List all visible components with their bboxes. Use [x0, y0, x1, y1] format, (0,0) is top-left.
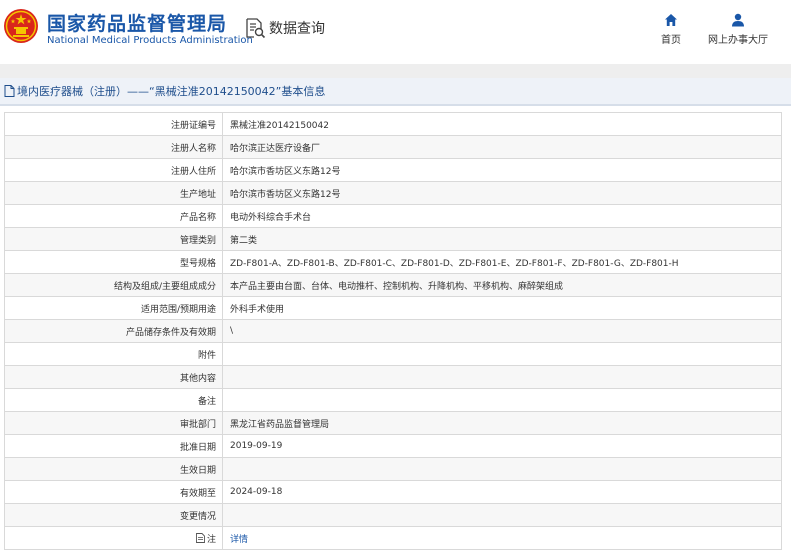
table-row: 其他内容	[4, 365, 782, 389]
field-value: 第二类	[222, 227, 782, 251]
field-label: 结构及组成/主要组成成分	[4, 273, 223, 297]
field-label: 适用范围/预期用途	[4, 296, 223, 320]
field-label: 管理类别	[4, 227, 223, 251]
field-value	[222, 503, 782, 527]
user-icon	[732, 13, 744, 27]
table-row: 生效日期	[4, 457, 782, 481]
org-name-cn: 国家药品监督管理局	[47, 13, 228, 35]
table-row: 管理类别 第二类	[4, 227, 782, 251]
nav-home[interactable]: 首页	[656, 13, 686, 46]
table-row: 备注	[4, 388, 782, 412]
field-value	[222, 342, 782, 366]
field-value: 哈尔滨市香坊区义东路12号	[222, 181, 782, 205]
field-value: 哈尔滨正达医疗设备厂	[222, 135, 782, 159]
field-label: 有效期至	[4, 480, 223, 504]
field-value	[222, 388, 782, 412]
table-row: 变更情况	[4, 503, 782, 527]
table-row: 注册证编号 黑械注准20142150042	[4, 112, 782, 136]
table-row: 适用范围/预期用途 外科手术使用	[4, 296, 782, 320]
header-separator	[0, 64, 791, 78]
field-value: ZD-F801-A、ZD-F801-B、ZD-F801-C、ZD-F801-D、…	[222, 250, 782, 274]
field-label: 备注	[4, 388, 223, 412]
field-value: \	[222, 319, 782, 343]
document-search-icon	[246, 18, 266, 39]
data-query-label: 数据查询	[269, 21, 325, 37]
org-name-en: National Medical Products Administration	[47, 35, 253, 46]
field-value: 电动外科综合手术台	[222, 204, 782, 228]
field-label: 审批部门	[4, 411, 223, 435]
field-label: 注	[206, 534, 216, 545]
site-header: 国家药品监督管理局 National Medical Products Admi…	[0, 0, 791, 64]
field-value: 本产品主要由台面、台体、电动推杆、控制机构、升降机构、平移机构、麻醉架组成	[222, 273, 782, 297]
field-value	[222, 365, 782, 389]
registration-info-table: 注册证编号 黑械注准20142150042 注册人名称 哈尔滨正达医疗设备厂 注册人…	[4, 112, 782, 550]
table-row: 附件	[4, 342, 782, 366]
table-row: 型号规格 ZD-F801-A、ZD-F801-B、ZD-F801-C、ZD-F80…	[4, 250, 782, 274]
field-label: 注册证编号	[4, 112, 223, 136]
field-label: 变更情况	[4, 503, 223, 527]
field-value: 2019-09-19	[222, 434, 782, 458]
field-value: 哈尔滨市香坊区义东路12号	[222, 158, 782, 182]
table-row: 注册人名称 哈尔滨正达医疗设备厂	[4, 135, 782, 159]
field-label: 附件	[4, 342, 223, 366]
field-label: 产品储存条件及有效期	[4, 319, 223, 343]
table-row: 注册人住所 哈尔滨市香坊区义东路12号	[4, 158, 782, 182]
national-emblem-icon	[4, 9, 38, 43]
field-value: 外科手术使用	[222, 296, 782, 320]
nav-online-service-hall[interactable]: 网上办事大厅	[705, 13, 771, 46]
field-label: 生产地址	[4, 181, 223, 205]
nav-home-label: 首页	[661, 35, 681, 46]
note-icon	[196, 532, 205, 543]
table-row: 结构及组成/主要组成成分 本产品主要由台面、台体、电动推杆、控制机构、升降机构、平…	[4, 273, 782, 297]
field-label: 注册人住所	[4, 158, 223, 182]
table-row: 批准日期 2019-09-19	[4, 434, 782, 458]
table-row: 有效期至 2024-09-18	[4, 480, 782, 504]
home-icon	[665, 14, 677, 26]
field-label: 批准日期	[4, 434, 223, 458]
field-label: 型号规格	[4, 250, 223, 274]
details-link[interactable]: 详情	[230, 535, 248, 545]
table-row: 产品储存条件及有效期 \	[4, 319, 782, 343]
table-row: 产品名称 电动外科综合手术台	[4, 204, 782, 228]
breadcrumb: 境内医疗器械（注册）——“黑械注准20142150042”基本信息	[0, 78, 791, 106]
document-icon	[4, 85, 15, 97]
nav-online-service-hall-label: 网上办事大厅	[708, 35, 768, 46]
field-label: 生效日期	[4, 457, 223, 481]
field-value	[222, 457, 782, 481]
field-value: 2024-09-18	[222, 480, 782, 504]
note-value-cell: 详情	[222, 526, 782, 550]
field-label: 注册人名称	[4, 135, 223, 159]
table-row: 生产地址 哈尔滨市香坊区义东路12号	[4, 181, 782, 205]
field-label: 产品名称	[4, 204, 223, 228]
field-value: 黑龙江省药品监督管理局	[222, 411, 782, 435]
table-row: 注 详情	[4, 526, 782, 550]
field-value: 黑械注准20142150042	[222, 112, 782, 136]
field-label: 其他内容	[4, 365, 223, 389]
note-label-cell: 注	[4, 526, 223, 550]
data-query-link[interactable]: 数据查询	[244, 17, 325, 39]
breadcrumb-title: 境内医疗器械（注册）——“黑械注准20142150042”基本信息	[17, 85, 326, 98]
table-row: 审批部门 黑龙江省药品监督管理局	[4, 411, 782, 435]
